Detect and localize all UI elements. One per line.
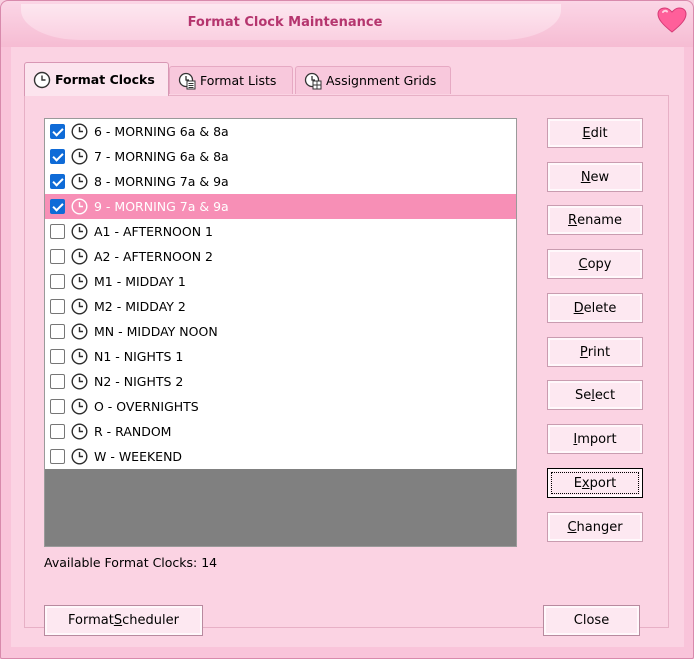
clock-icon — [71, 448, 88, 465]
clock-icon — [71, 198, 88, 215]
clock-icon — [33, 71, 51, 88]
clock-icon — [71, 348, 88, 365]
select-button[interactable]: Se l ect — [547, 380, 643, 410]
format-clocks-list[interactable]: 6 - MORNING 6a & 8a 7 - MORNING 6a & 8a 8 … — [44, 118, 517, 547]
checkbox[interactable] — [50, 399, 65, 414]
checkbox[interactable] — [50, 274, 65, 289]
checkbox[interactable] — [50, 149, 65, 164]
checkbox[interactable] — [50, 449, 65, 464]
clock-icon — [71, 248, 88, 265]
close-button[interactable]: Close — [543, 605, 640, 636]
list-item[interactable]: N1 - NIGHTS 1 — [45, 344, 516, 369]
checkbox[interactable] — [50, 299, 65, 314]
available-clocks-count: Available Format Clocks: 14 — [44, 555, 218, 570]
edit-button[interactable]: Edit — [547, 118, 643, 148]
list-item-label: 8 - MORNING 7a & 9a — [94, 174, 229, 189]
dialog-content: Format Clocks Format Lists Assignment Gr… — [11, 47, 684, 647]
clock-icon — [71, 323, 88, 340]
list-item[interactable]: M1 - MIDDAY 1 — [45, 269, 516, 294]
tab-format-lists[interactable]: Format Lists — [169, 66, 293, 94]
clock-icon — [71, 423, 88, 440]
list-item-label: 6 - MORNING 6a & 8a — [94, 124, 229, 139]
checkbox[interactable] — [50, 324, 65, 339]
tab-assignment-grids[interactable]: Assignment Grids — [295, 66, 451, 94]
list-item[interactable]: 8 - MORNING 7a & 9a — [45, 169, 516, 194]
list-item-label: 7 - MORNING 6a & 8a — [94, 149, 229, 164]
clock-icon — [71, 373, 88, 390]
format-scheduler-button[interactable]: Format Scheduler — [44, 605, 203, 636]
format-clocks-panel: 6 - MORNING 6a & 8a 7 - MORNING 6a & 8a 8 … — [24, 95, 669, 628]
export-button[interactable]: Ex port — [547, 468, 643, 498]
list-item[interactable]: M2 - MIDDAY 2 — [45, 294, 516, 319]
tab-format-clocks[interactable]: Format Clocks — [24, 62, 169, 96]
list-item[interactable]: 6 - MORNING 6a & 8a — [45, 119, 516, 144]
list-item-label: N2 - NIGHTS 2 — [94, 374, 184, 389]
checkbox[interactable] — [50, 199, 65, 214]
list-item[interactable]: R - RANDOM — [45, 419, 516, 444]
print-button[interactable]: Print — [547, 337, 643, 367]
clock-icon — [71, 148, 88, 165]
list-item-label: W - WEEKEND — [94, 449, 183, 464]
list-item-label: O - OVERNIGHTS — [94, 399, 199, 414]
checkbox[interactable] — [50, 124, 65, 139]
list-item[interactable]: MN - MIDDAY NOON — [45, 319, 516, 344]
tab-label: Format Clocks — [55, 72, 155, 87]
list-item[interactable]: W - WEEKEND — [45, 444, 516, 469]
changer-button[interactable]: Changer — [547, 512, 643, 542]
list-item[interactable]: A2 - AFTERNOON 2 — [45, 244, 516, 269]
list-item[interactable]: 7 - MORNING 6a & 8a — [45, 144, 516, 169]
heart-icon[interactable] — [657, 7, 687, 33]
copy-button[interactable]: Copy — [547, 249, 643, 279]
clock-icon — [71, 398, 88, 415]
list-item-label: R - RANDOM — [94, 424, 172, 439]
rename-button[interactable]: Rename — [547, 205, 643, 235]
window-title: Format Clock Maintenance — [187, 15, 383, 30]
list-icon — [178, 72, 196, 89]
tab-label: Assignment Grids — [326, 73, 437, 88]
list-item[interactable]: O - OVERNIGHTS — [45, 394, 516, 419]
clock-icon — [71, 223, 88, 240]
list-item[interactable]: A1 - AFTERNOON 1 — [45, 219, 516, 244]
list-item-label: M2 - MIDDAY 2 — [94, 299, 186, 314]
list-item[interactable]: N2 - NIGHTS 2 — [45, 369, 516, 394]
checkbox[interactable] — [50, 224, 65, 239]
list-item-label: N1 - NIGHTS 1 — [94, 349, 184, 364]
clock-icon — [71, 298, 88, 315]
list-item[interactable]: 9 - MORNING 7a & 9a — [45, 194, 516, 219]
checkbox[interactable] — [50, 249, 65, 264]
checkbox[interactable] — [50, 374, 65, 389]
list-item-label: A2 - AFTERNOON 2 — [94, 249, 214, 264]
import-button[interactable]: Import — [547, 424, 643, 454]
checkbox[interactable] — [50, 349, 65, 364]
list-item-label: 9 - MORNING 7a & 9a — [94, 199, 229, 214]
checkbox[interactable] — [50, 424, 65, 439]
list-item-label: M1 - MIDDAY 1 — [94, 274, 186, 289]
dialog-window: Format Clock Maintenance Format Clocks F… — [0, 0, 694, 659]
title-bar[interactable]: Format Clock Maintenance — [1, 1, 693, 47]
new-button[interactable]: New — [547, 162, 643, 192]
delete-button[interactable]: Delete — [547, 293, 643, 323]
tab-label: Format Lists — [200, 73, 277, 88]
list-item-label: A1 - AFTERNOON 1 — [94, 224, 214, 239]
grid-icon — [304, 72, 322, 89]
clock-icon — [71, 273, 88, 290]
clock-icon — [71, 173, 88, 190]
clock-icon — [71, 123, 88, 140]
checkbox[interactable] — [50, 174, 65, 189]
list-item-label: MN - MIDDAY NOON — [94, 324, 218, 339]
